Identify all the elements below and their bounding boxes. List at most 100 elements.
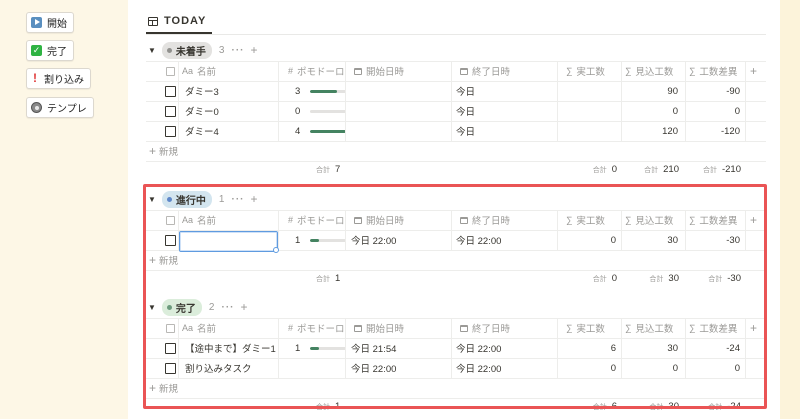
- group-tag: 未着手: [161, 41, 212, 59]
- column-divider: [345, 61, 346, 141]
- start-button[interactable]: 開始: [26, 12, 74, 33]
- radio-icon: [31, 102, 42, 113]
- template-button-label: テンプレ: [47, 104, 87, 115]
- pomodoro-value: 0: [295, 105, 301, 117]
- row-estimate[interactable]: 0: [620, 102, 678, 120]
- row-actual[interactable]: [560, 102, 616, 120]
- row-pomodoro: 0: [295, 102, 347, 120]
- pomodoro-value: 3: [295, 85, 301, 97]
- group-count: 3: [218, 44, 225, 56]
- sum-label: 合計: [592, 167, 607, 174]
- col-header-start[interactable]: 開始日時: [354, 62, 404, 80]
- col-header-label: 名前: [197, 67, 217, 78]
- number-icon: #: [288, 66, 294, 76]
- interrupt-button[interactable]: ! 割り込み: [26, 68, 91, 89]
- play-icon: [31, 17, 42, 28]
- sum-label: 合計: [316, 167, 330, 174]
- interrupt-button-label: 割り込み: [44, 75, 84, 86]
- sigma-icon: ∑: [566, 66, 573, 76]
- column-divider: [178, 61, 179, 141]
- sum-actual[interactable]: 合計 0: [560, 164, 617, 180]
- column-divider: [621, 61, 622, 141]
- col-header-estimate[interactable]: ∑ 見込工数: [625, 62, 673, 80]
- toggle-icon[interactable]: ▼: [148, 46, 156, 55]
- sum-value: -210: [721, 164, 741, 175]
- column-divider: [685, 61, 686, 141]
- row-name[interactable]: ダミー3: [185, 82, 219, 100]
- view-divider: [146, 34, 766, 35]
- col-header-pomodoro[interactable]: # ポモドーロ: [288, 62, 345, 80]
- col-header-end[interactable]: 終了日時: [460, 62, 510, 80]
- row-end[interactable]: 今日: [456, 82, 475, 100]
- add-icon[interactable]: +: [250, 43, 257, 57]
- row-diff[interactable]: -120: [684, 122, 740, 140]
- column-divider: [745, 61, 746, 141]
- row-end[interactable]: 今日: [456, 122, 475, 140]
- col-header-label: 開始日時: [366, 67, 405, 78]
- row-name[interactable]: ダミー4: [185, 122, 219, 140]
- start-button-label: 開始: [47, 19, 67, 30]
- row-checkbox[interactable]: [165, 126, 176, 137]
- calendar-icon: [354, 67, 362, 75]
- row-estimate[interactable]: 120: [620, 122, 678, 140]
- col-header-label: 終了日時: [472, 67, 511, 78]
- row-checkbox[interactable]: [165, 106, 176, 117]
- row-estimate[interactable]: 90: [620, 82, 678, 100]
- exclamation-icon: !: [33, 71, 37, 85]
- sum-label: 合計: [644, 167, 659, 174]
- column-divider: [278, 61, 279, 141]
- row-checkbox[interactable]: [165, 86, 176, 97]
- sum-label: 合計: [702, 167, 717, 174]
- check-icon: ✓: [31, 45, 42, 56]
- row-actual[interactable]: [560, 122, 616, 140]
- table-icon: [148, 16, 158, 26]
- add-column-icon[interactable]: +: [750, 62, 757, 80]
- select-all-checkbox[interactable]: [166, 67, 175, 76]
- row-end[interactable]: 今日: [456, 102, 475, 120]
- sum-diff[interactable]: 合計 -210: [684, 164, 741, 180]
- group-header: ▼ 未着手 3 ··· +: [148, 41, 258, 59]
- row-pomodoro: 4: [295, 122, 347, 140]
- row-diff[interactable]: 0: [684, 102, 740, 120]
- sum-value: 7: [335, 164, 341, 175]
- progress-bar: [310, 109, 347, 113]
- col-header-label: 工数差異: [699, 67, 738, 78]
- progress-bar: [310, 89, 347, 93]
- column-divider: [557, 61, 558, 141]
- col-header-label: 見込工数: [635, 67, 674, 78]
- plus-icon: +: [149, 144, 157, 158]
- view-tab-today[interactable]: TODAY: [148, 11, 206, 31]
- complete-button[interactable]: ✓ 完了: [26, 40, 74, 61]
- right-margin: [780, 0, 800, 419]
- row-actual[interactable]: [560, 82, 616, 100]
- rows-bottom-border: [146, 141, 766, 142]
- sum-pomodoro[interactable]: 合計 7: [280, 164, 378, 180]
- sidebar: 開始 ✓ 完了 ! 割り込み テンプレ: [0, 0, 128, 419]
- column-divider: [451, 61, 452, 141]
- view-tab-label: TODAY: [164, 15, 207, 27]
- progress-bar: [310, 129, 347, 133]
- calendar-icon: [460, 67, 468, 75]
- col-header-diff[interactable]: ∑ 工数差異: [689, 62, 737, 80]
- complete-button-label: 完了: [47, 47, 67, 58]
- progress-fill: [310, 129, 347, 133]
- sigma-icon: ∑: [625, 66, 632, 76]
- col-header-label: 実工数: [576, 67, 605, 78]
- sum-estimate[interactable]: 合計 210: [620, 164, 679, 180]
- sigma-icon: ∑: [689, 66, 696, 76]
- sum-value: 210: [663, 164, 679, 175]
- new-row-button[interactable]: + 新規: [149, 143, 178, 159]
- summary-border: [146, 161, 766, 162]
- text-icon: Aa: [182, 66, 194, 76]
- progress-fill: [310, 89, 338, 93]
- row-name[interactable]: ダミー0: [185, 102, 219, 120]
- col-header-actual[interactable]: ∑ 実工数: [566, 62, 605, 80]
- new-row-label: 新規: [159, 147, 179, 158]
- template-button[interactable]: テンプレ: [26, 97, 94, 118]
- row-diff[interactable]: -90: [684, 82, 740, 100]
- more-icon[interactable]: ···: [231, 45, 244, 56]
- group-name: 未着手: [175, 46, 206, 58]
- status-dot-icon: [166, 47, 172, 53]
- col-header-name[interactable]: Aa 名前: [182, 62, 216, 80]
- col-header-label: ポモドーロ: [297, 67, 345, 78]
